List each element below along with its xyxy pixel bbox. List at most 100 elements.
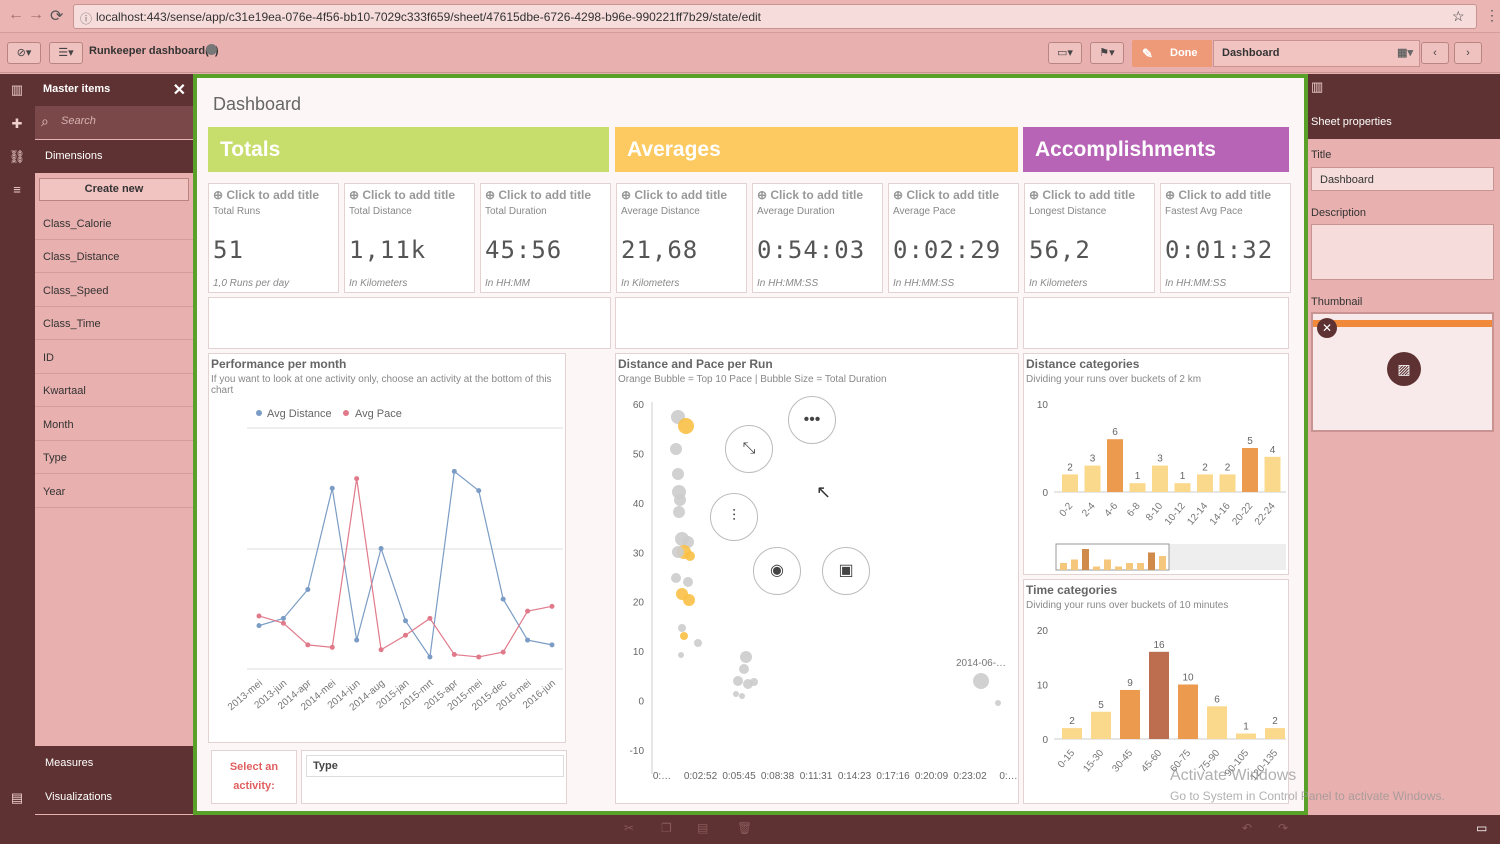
kpi-title[interactable]: ⊕ Click to add title <box>1165 188 1271 202</box>
charts-icon[interactable]: ▥ <box>8 82 26 100</box>
bar <box>1236 733 1256 739</box>
description-input[interactable] <box>1311 224 1494 280</box>
thumbnail-preview[interactable]: ✕ ▨ <box>1311 312 1494 432</box>
dimension-item[interactable]: Class_Distance <box>35 240 193 273</box>
snapshot-icon[interactable]: ▣ <box>822 547 870 595</box>
kpi-total-duration[interactable]: ⊕ Click to add title Total Duration 45:5… <box>480 183 611 293</box>
redo-icon[interactable]: ↷ <box>1278 821 1288 835</box>
present-button[interactable]: ▭▾ <box>1048 42 1082 64</box>
add-icon: ⊕ <box>485 188 499 202</box>
previous-sheet-button[interactable]: ‹ <box>1421 42 1449 64</box>
data-label: 3 <box>1157 454 1163 465</box>
title-input[interactable]: Dashboard <box>1311 167 1494 191</box>
camera-icon[interactable]: ◉ <box>753 547 801 595</box>
image-icon[interactable]: ▨ <box>1387 352 1421 386</box>
dimension-item[interactable]: Type <box>35 441 193 474</box>
kpi-footnote: In HH:MM:SS <box>893 278 955 289</box>
x-tick-label: 0:… <box>999 771 1017 782</box>
copy-icon[interactable]: ❐ <box>661 821 672 835</box>
measures-tab[interactable]: Measures <box>35 746 193 780</box>
data-label: 1 <box>1243 722 1249 733</box>
data-point <box>329 644 335 650</box>
back-icon[interactable]: ← <box>8 6 24 24</box>
kpi-title[interactable]: ⊕ Click to add title <box>893 188 999 202</box>
undo-icon[interactable]: ↶ <box>1242 821 1252 835</box>
done-button[interactable]: ✎ Done <box>1132 40 1212 67</box>
bookmark-button[interactable]: ⚑▾ <box>1090 42 1124 64</box>
mini-bar <box>1148 552 1155 570</box>
paste-icon[interactable]: ▤ <box>697 821 708 835</box>
search-input[interactable]: ⌕ Search <box>35 106 193 139</box>
remove-thumbnail-icon[interactable]: ✕ <box>1317 318 1337 338</box>
data-point <box>549 603 555 609</box>
thumbnail-label: Thumbnail <box>1311 296 1363 308</box>
x-tick-label: 45-60 <box>1139 748 1164 775</box>
dimension-item[interactable]: Year <box>35 475 193 508</box>
sheet-name-box[interactable]: Dashboard ▦▾ <box>1213 40 1420 67</box>
extensions-icon[interactable]: ✚ <box>8 116 26 134</box>
kpi-title[interactable]: ⊕ Click to add title <box>757 188 863 202</box>
reload-icon[interactable]: ⟳ <box>50 6 63 26</box>
kpi-longest-distance[interactable]: ⊕ Click to add title Longest Distance 56… <box>1024 183 1155 293</box>
kpi-total-distance[interactable]: ⊕ Click to add title Total Distance 1,11… <box>344 183 475 293</box>
type-filter-label[interactable]: Type <box>306 755 564 777</box>
sheet-properties-icon[interactable]: ▤ <box>8 790 26 808</box>
global-menu-button[interactable]: ☰▾ <box>49 42 83 64</box>
mini-bar <box>1159 556 1166 570</box>
expand-icon[interactable]: ⤡ <box>725 425 773 473</box>
database-icon[interactable]: ≡ <box>8 182 26 200</box>
next-sheet-button[interactable]: › <box>1454 42 1482 64</box>
address-bar[interactable]: ⓘ localhost:443/sense/app/c31e19ea-076e-… <box>73 4 1477 29</box>
delete-icon[interactable]: 🗑 <box>737 821 752 835</box>
close-icon[interactable]: ✕ <box>173 80 186 100</box>
dimension-item[interactable]: Class_Time <box>35 307 193 340</box>
visualizations-tab[interactable]: Visualizations <box>35 780 193 814</box>
create-new-button[interactable]: Create new <box>39 178 189 201</box>
kpi-fastest-pace[interactable]: ⊕ Click to add title Fastest Avg Pace 0:… <box>1160 183 1291 293</box>
browser-menu-icon[interactable]: ⋮ <box>1485 7 1499 24</box>
windows-watermark: Activate Windows <box>1170 767 1297 784</box>
distance-categories-chart[interactable]: Distance categories Dividing your runs o… <box>1023 353 1289 575</box>
kpi-total-runs[interactable]: ⊕ Click to add title Total Runs 51 1,0 R… <box>208 183 339 293</box>
dimension-item[interactable]: ID <box>35 341 193 374</box>
dimension-item[interactable]: Kwartaal <box>35 374 193 407</box>
bookmark-star-icon[interactable]: ☆ <box>1452 8 1465 25</box>
dimensions-tab[interactable]: Dimensions <box>35 140 193 173</box>
kpi-value: 51 <box>213 236 244 264</box>
kpi-title[interactable]: ⊕ Click to add title <box>1029 188 1135 202</box>
empty-cell[interactable] <box>208 297 611 349</box>
cut-icon[interactable]: ✂ <box>624 821 634 835</box>
adjust-icon[interactable]: ⫶ <box>710 493 758 541</box>
kpi-footnote: In HH:MM <box>485 278 530 289</box>
panel-toggle-icon[interactable]: ▭ <box>1476 821 1487 835</box>
empty-cell[interactable] <box>1023 297 1289 349</box>
bubble-chart[interactable]: Distance and Pace per Run Orange Bubble … <box>615 353 1019 804</box>
empty-cell[interactable] <box>615 297 1018 349</box>
dimension-item[interactable]: Class_Calorie <box>35 207 193 240</box>
averages-header[interactable]: Averages <box>615 127 1018 172</box>
kpi-title[interactable]: ⊕ Click to add title <box>213 188 319 202</box>
more-options-button[interactable]: ••• <box>788 396 836 444</box>
kpi-title[interactable]: ⊕ Click to add title <box>349 188 455 202</box>
performance-chart[interactable]: Performance per month If you want to loo… <box>208 353 566 743</box>
kpi-average-duration[interactable]: ⊕ Click to add title Average Duration 0:… <box>752 183 883 293</box>
dimension-item[interactable]: Month <box>35 408 193 441</box>
link-icon[interactable]: ⛓ <box>8 149 26 167</box>
bubble <box>672 546 684 558</box>
kpi-average-distance[interactable]: ⊕ Click to add title Average Distance 21… <box>616 183 747 293</box>
accomplishments-header[interactable]: Accomplishments <box>1023 127 1289 172</box>
bar <box>1174 483 1191 492</box>
bubble <box>680 632 688 640</box>
kpi-average-pace[interactable]: ⊕ Click to add title Average Pace 0:02:2… <box>888 183 1019 293</box>
kpi-title[interactable]: ⊕ Click to add title <box>621 188 727 202</box>
mini-bar <box>1115 566 1122 570</box>
navigation-menu-button[interactable]: ⊘▾ <box>7 42 41 64</box>
kpi-title[interactable]: ⊕ Click to add title <box>485 188 591 202</box>
sheets-icon[interactable]: ▦▾ <box>1397 41 1413 66</box>
forward-icon[interactable]: → <box>28 6 44 24</box>
bar <box>1265 728 1285 739</box>
totals-header[interactable]: Totals <box>208 127 609 172</box>
dimension-item[interactable]: Class_Speed <box>35 274 193 307</box>
page-title[interactable]: Dashboard <box>213 94 301 115</box>
type-filter[interactable]: Type <box>301 750 567 804</box>
